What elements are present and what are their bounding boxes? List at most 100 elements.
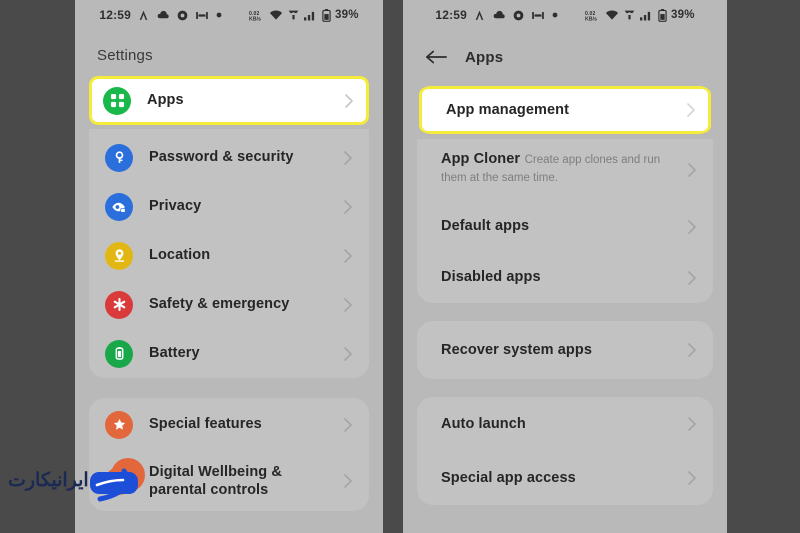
sidebar-item-label: Special features [149, 416, 262, 433]
list-item-labels: App management [446, 101, 686, 119]
left-gutter [0, 0, 75, 533]
location-pin-icon [105, 241, 133, 270]
list-item-auto-launch[interactable]: Auto launch [417, 397, 713, 451]
left-phone-screen: 12:59 0.02 KB/s 39% Settings Apps Passwo… [75, 0, 383, 533]
battery-percent: 39% [671, 9, 695, 21]
list-item-label: App management [446, 101, 570, 118]
sidebar-item-label: Location [149, 247, 211, 264]
sidebar-item-label: Digital Wellbeing & parental controls [149, 463, 282, 498]
svg-text:0.02: 0.02 [585, 10, 595, 16]
list-item-default-apps[interactable]: Default apps [417, 201, 713, 252]
sidebar-item-password-security[interactable]: Password & security [89, 133, 369, 182]
sidebar-item-privacy[interactable]: Privacy [89, 182, 369, 231]
battery-icon [322, 8, 331, 22]
chevron-right-icon [687, 219, 697, 235]
app-bar-title: Apps [465, 48, 504, 66]
battery-percent: 39% [335, 9, 359, 21]
status-bar-time: 12:59 [435, 8, 468, 22]
list-item-labels: Special app access [441, 469, 687, 487]
list-item-label: Disabled apps [441, 269, 541, 286]
sidebar-item-label: Battery [149, 345, 200, 362]
list-item-recover-system-apps[interactable]: Recover system apps [417, 321, 713, 379]
list-item-label: Recover system apps [441, 341, 593, 358]
list-item-label: Auto launch [441, 415, 526, 432]
chevron-right-icon [687, 270, 697, 286]
dot-icon [551, 11, 559, 19]
wifi-icon [605, 9, 619, 21]
signal-icon [640, 9, 654, 21]
list-item-labels: Default apps [441, 217, 687, 235]
sidebar-item-safety-emergency[interactable]: Safety & emergency [89, 280, 369, 329]
settings-group-1-highlight: Apps [83, 76, 375, 125]
signal-icon [304, 9, 318, 21]
chevron-right-icon [344, 93, 354, 109]
sidebar-item-labels: Apps [147, 91, 344, 109]
list-item-label: App Cloner [441, 151, 521, 167]
app-bar: Apps [403, 30, 727, 66]
svg-text:KB/s: KB/s [585, 16, 597, 21]
chevron-right-icon [687, 470, 697, 486]
record-icon [512, 9, 525, 22]
dnd-icon [195, 10, 209, 21]
data-speed-icon: 0.02 KB/s [249, 9, 265, 21]
apps-group-2: Recover system apps [417, 321, 713, 379]
cloud-icon [156, 9, 170, 22]
list-item-label: Default apps [441, 218, 530, 235]
chevron-right-icon [687, 416, 697, 432]
wifi-icon [269, 9, 283, 21]
chevron-right-icon [343, 297, 353, 313]
sidebar-item-digital-wellbeing[interactable]: Digital Wellbeing & parental controls [89, 451, 369, 511]
settings-group-1: Password & security Privacy Location Saf… [89, 129, 369, 378]
chevron-right-icon [343, 346, 353, 362]
emergency-star-icon [105, 290, 133, 319]
wellbeing-icon [105, 467, 133, 495]
chevron-right-icon [343, 248, 353, 264]
screenshot-root: 12:59 0.02 KB/s 39% Settings Apps Passwo… [0, 0, 800, 533]
list-item-label: Special app access [441, 469, 576, 486]
sidebar-item-labels: Password & security [149, 148, 343, 166]
battery-icon [105, 339, 133, 368]
list-item-special-app-access[interactable]: Special app access [417, 451, 713, 505]
arrow-left-icon[interactable] [425, 48, 447, 66]
list-item-labels: Recover system apps [441, 341, 687, 359]
settings-group-2: Special features Digital Wellbeing & par… [89, 398, 369, 511]
sidebar-item-labels: Safety & emergency [149, 295, 343, 313]
cloud-icon [492, 9, 506, 22]
status-bar-left: 12:59 0.02 KB/s 39% [75, 0, 383, 30]
sidebar-item-label: Safety & emergency [149, 296, 290, 313]
sidebar-item-special-features[interactable]: Special features [89, 398, 369, 451]
sidebar-item-labels: Digital Wellbeing & parental controls [149, 463, 343, 499]
chevron-right-icon [343, 417, 353, 433]
chevron-right-icon [687, 342, 697, 358]
dnd-icon [531, 10, 545, 21]
sidebar-item-battery[interactable]: Battery [89, 329, 369, 378]
list-item-app-management[interactable]: App management [419, 86, 711, 134]
sidebar-item-location[interactable]: Location [89, 231, 369, 280]
chevron-right-icon [343, 473, 353, 489]
page-title: Settings [97, 47, 153, 64]
chevron-right-icon [686, 102, 696, 118]
status-bar-right: 12:59 0.02 KB/s 39% [403, 0, 727, 30]
list-item-labels: App Cloner Create app clones and run the… [441, 150, 687, 186]
call-icon [623, 9, 636, 21]
call-icon [287, 9, 300, 21]
apps-group-3: Auto launch Special app access [417, 397, 713, 505]
chevron-right-icon [687, 162, 697, 178]
sidebar-item-labels: Privacy [149, 197, 343, 215]
status-bar-right-cluster: 0.02 KB/s 39% [249, 8, 359, 22]
svg-text:0.02: 0.02 [249, 10, 259, 16]
dot-icon [215, 11, 223, 19]
list-item-app-cloner[interactable]: App Cloner Create app clones and run the… [417, 139, 713, 201]
data-speed-icon: 0.02 KB/s [585, 9, 601, 21]
battery-icon [658, 8, 667, 22]
sidebar-item-apps[interactable]: Apps [89, 76, 369, 125]
list-item-labels: Auto launch [441, 415, 687, 433]
right-phone-screen: 12:59 0.02 KB/s 39% Apps App management … [403, 0, 727, 533]
sidebar-item-label: Apps [147, 92, 184, 109]
sidebar-item-label: Privacy [149, 198, 202, 215]
eye-lock-icon [105, 192, 133, 221]
chevron-right-icon [343, 150, 353, 166]
middle-gutter [383, 0, 403, 533]
apps-group-1: App Cloner Create app clones and run the… [417, 139, 713, 303]
list-item-disabled-apps[interactable]: Disabled apps [417, 252, 713, 303]
